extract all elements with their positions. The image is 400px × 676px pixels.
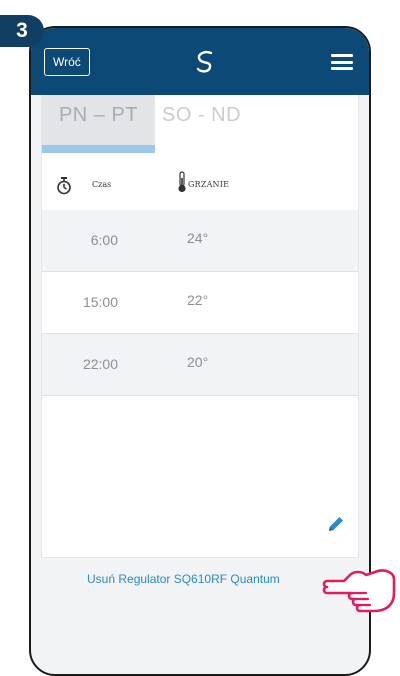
heating-column-label: GRZANIE (188, 180, 230, 189)
hamburger-menu-icon[interactable] (331, 54, 353, 70)
schedule-temperature: 20° (187, 354, 209, 370)
pencil-edit-icon[interactable] (327, 515, 345, 533)
remove-device-link[interactable]: Usuń Regulator SQ610RF Quantum (87, 572, 280, 586)
tab-weekdays[interactable]: PN – PT (42, 95, 155, 153)
schedule-row[interactable]: 22:00 20° (42, 334, 358, 396)
schedule-list: 6:00 24° 15:00 22° 22:00 20° (42, 210, 358, 396)
schedule-row[interactable]: 6:00 24° (42, 210, 358, 272)
schedule-time: 6:00 (90, 232, 118, 248)
schedule-row[interactable]: 15:00 22° (42, 272, 358, 334)
step-badge: 3 (0, 15, 44, 47)
pointing-hand-icon (322, 569, 396, 613)
day-tabs: PN – PT SO - ND (42, 95, 358, 153)
salus-logo-icon (196, 50, 213, 73)
thermometer-icon (178, 171, 186, 193)
schedule-card: PN – PT SO - ND Czas GRZANIE 6:00 24° 15… (41, 95, 359, 558)
schedule-temperature: 24° (187, 230, 209, 246)
back-button[interactable]: Wróć (44, 48, 90, 76)
phone-frame: Wróć PN – PT SO - ND Czas GRZANIE 6:00 2… (29, 26, 371, 676)
app-header: Wróć (31, 28, 369, 95)
schedule-column-header: Czas GRZANIE (42, 171, 358, 199)
schedule-time: 22:00 (82, 356, 118, 372)
schedule-temperature: 22° (187, 292, 209, 308)
stopwatch-icon (57, 177, 71, 195)
tab-weekend[interactable]: SO - ND (156, 95, 282, 145)
time-column-label: Czas (92, 180, 112, 189)
schedule-time: 15:00 (82, 294, 118, 310)
